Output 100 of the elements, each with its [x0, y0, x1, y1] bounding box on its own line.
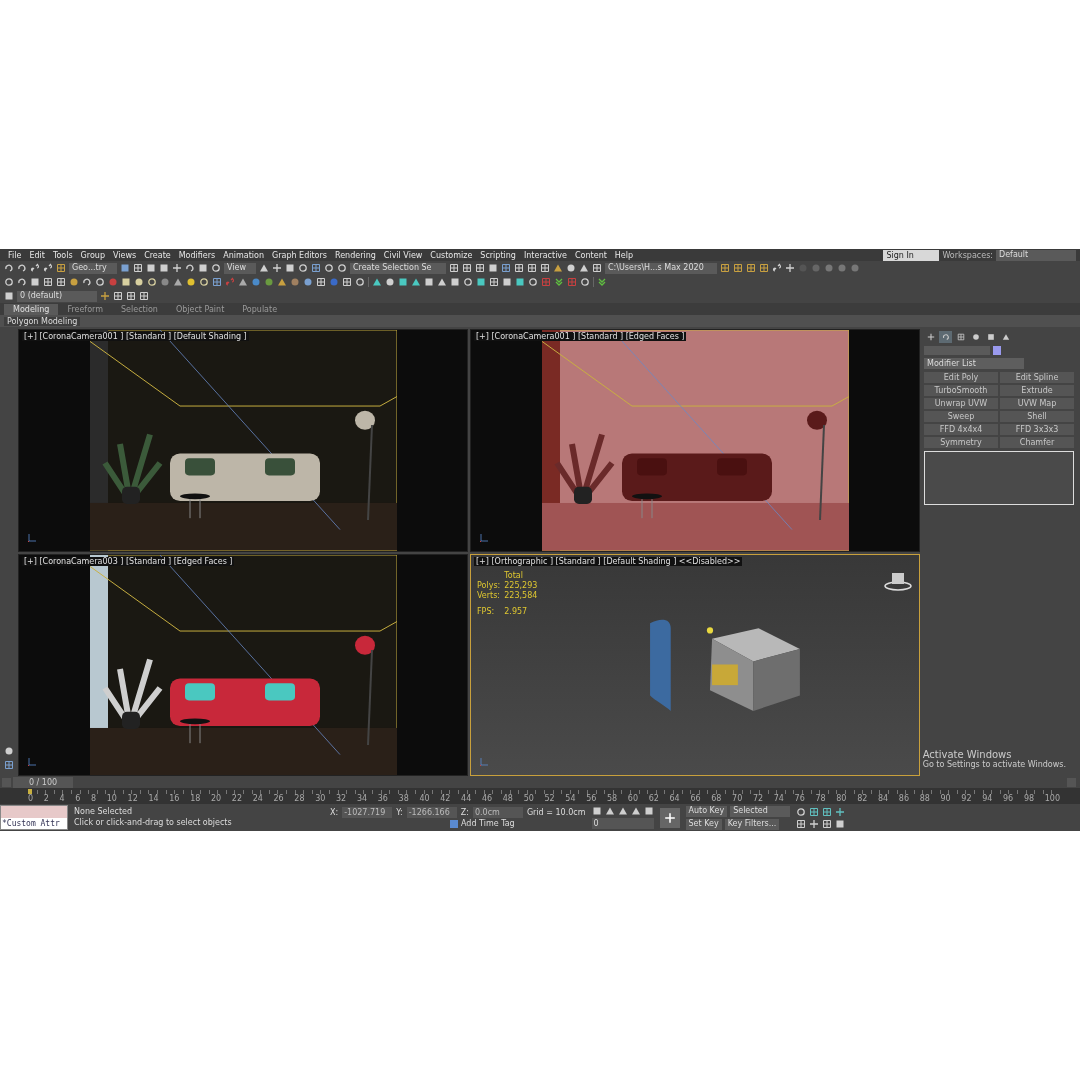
grid-icon[interactable] [809, 806, 820, 817]
square-icon[interactable] [424, 277, 434, 287]
viewport[interactable]: [+] [CoronaCamera003 ] [Standard ] [Edged Faces ] [18, 553, 468, 776]
viewcube-icon[interactable] [883, 570, 913, 591]
menu-item[interactable]: Edit [25, 250, 49, 260]
menu-item[interactable]: Tools [48, 250, 77, 260]
grid-icon[interactable] [746, 263, 756, 273]
z-field[interactable]: 0.0cm [472, 807, 523, 818]
triangle-icon[interactable] [604, 806, 615, 816]
menu-item[interactable]: Views [108, 250, 141, 260]
key-mode-dropdown[interactable]: Selected [730, 805, 791, 817]
menu-item[interactable]: Scripting [476, 250, 520, 260]
viewport-label[interactable]: [+] [Orthographic ] [Standard ] [Default Shading ] <<Disabled>> [474, 556, 743, 566]
modifier-button[interactable]: Chamfer [1000, 437, 1074, 448]
modifier-button[interactable]: Unwrap UVW [924, 398, 998, 409]
named-selection-dropdown[interactable]: Create Selection Se [350, 262, 446, 274]
circle-icon[interactable] [385, 277, 395, 287]
circle-icon[interactable] [303, 277, 313, 287]
command-panel-tab[interactable] [939, 331, 952, 343]
ring-icon[interactable] [580, 277, 590, 287]
circle-icon[interactable] [251, 277, 261, 287]
circle-icon[interactable] [264, 277, 274, 287]
grid-icon[interactable] [720, 263, 730, 273]
workspace-dropdown[interactable]: Default [996, 249, 1076, 261]
square-icon[interactable] [835, 818, 846, 829]
square-icon[interactable] [120, 263, 130, 273]
ribbon-tab[interactable]: Populate [233, 303, 287, 315]
ring-icon[interactable] [463, 277, 473, 287]
square-icon[interactable] [159, 263, 169, 273]
circle-icon[interactable] [290, 277, 300, 287]
modifier-button[interactable]: TurboSmooth [924, 385, 998, 396]
menu-item[interactable]: Interactive [519, 250, 571, 260]
double-chevron-icon[interactable] [597, 277, 607, 287]
modifier-button[interactable]: Symmetry [924, 437, 998, 448]
square-icon[interactable] [146, 263, 156, 273]
grid-icon[interactable] [822, 806, 833, 817]
frame-counter[interactable]: 0 / 100 [13, 776, 73, 788]
set-key-mode-button[interactable]: Set Key [685, 818, 722, 830]
coordinate-dropdown[interactable]: View [224, 262, 256, 274]
viewport-label[interactable]: [+] [CoronaCamera001 ] [Standard ] [Default Shading ] [22, 332, 249, 341]
maxscript-listener[interactable]: *Custom Attr [0, 805, 68, 830]
move-icon[interactable] [809, 818, 820, 829]
ribbon-tab[interactable]: Selection [112, 303, 167, 315]
modifier-button[interactable]: Shell [1000, 411, 1074, 422]
move-icon[interactable] [835, 806, 846, 817]
set-key-button[interactable] [659, 807, 680, 828]
object-color-swatch[interactable] [993, 346, 1001, 355]
viewport-label[interactable]: [+] [CoronaCamera001 ] [Standard ] [Edged Faces ] [474, 332, 687, 341]
viewport[interactable]: [+] [CoronaCamera001 ] [Standard ] [Default Shading ] [18, 329, 468, 552]
ring-icon[interactable] [528, 277, 538, 287]
ring-icon[interactable] [4, 277, 14, 287]
modifier-button[interactable]: FFD 3x3x3 [1000, 424, 1074, 435]
triangle-icon[interactable] [411, 277, 421, 287]
menu-item[interactable]: Customize [426, 250, 477, 260]
grid-icon[interactable] [759, 263, 769, 273]
menu-item[interactable]: Modifiers [174, 250, 220, 260]
square-icon[interactable] [285, 263, 295, 273]
x-field[interactable]: -1027.719 [342, 807, 393, 818]
grid-icon[interactable] [212, 277, 222, 287]
triangle-icon[interactable] [372, 277, 382, 287]
modifier-list-dropdown[interactable]: Modifier List [924, 358, 1024, 369]
y-field[interactable]: -1266.166 [406, 807, 457, 818]
modifier-stack[interactable] [924, 451, 1074, 505]
ring-icon[interactable] [147, 277, 157, 287]
current-frame-field[interactable]: 0 [591, 818, 654, 829]
menu-item[interactable]: Graph Editors [268, 250, 331, 260]
timeline-ruler[interactable]: 0 2 4 6 8 10 12 14 16 18 20 22 24 26 28 30 32 34 36 38 40 42 44 46 48 50 52 54 56 58 60 62 64 66 68 70 72 74 76 78 80 82 84 86 88 90 92 94 96 98 100 [28, 790, 1060, 803]
grid-icon[interactable] [311, 263, 321, 273]
ribbon-panel-label[interactable]: Polygon Modeling [4, 316, 81, 326]
layer-dropdown[interactable]: 0 (default) [17, 290, 97, 302]
circle-icon[interactable] [134, 277, 144, 287]
square-icon[interactable] [591, 806, 602, 816]
viewport[interactable]: [+] [Orthographic ] [Standard ] [Default Shading ] <<Disabled>> Total Polys: 225,293 Verts: 223,584 FPS: 2.957 [470, 553, 920, 776]
square-icon[interactable] [4, 291, 14, 301]
square-icon[interactable] [488, 263, 498, 273]
modifier-button[interactable]: Edit Poly [924, 372, 998, 383]
triangle-icon[interactable] [173, 277, 183, 287]
square-icon[interactable] [30, 277, 40, 287]
square-icon[interactable] [121, 277, 131, 287]
square-icon[interactable] [476, 277, 486, 287]
menu-item[interactable]: Civil View [379, 250, 427, 260]
menu-item[interactable]: Group [76, 250, 109, 260]
triangle-icon[interactable] [579, 263, 589, 273]
move-icon[interactable] [100, 291, 110, 301]
modifier-button[interactable]: UVW Map [1000, 398, 1074, 409]
square-icon[interactable] [502, 277, 512, 287]
square-icon[interactable] [450, 277, 460, 287]
move-icon[interactable] [272, 263, 282, 273]
time-slider-marker[interactable] [28, 789, 32, 794]
grid-icon[interactable] [56, 263, 66, 273]
sign-in-button[interactable]: Sign In [883, 249, 940, 261]
ribbon-tab[interactable]: Modeling [4, 303, 59, 315]
square-icon[interactable] [515, 277, 525, 287]
modifier-button[interactable]: Edit Spline [1000, 372, 1074, 383]
menu-item[interactable]: Animation [219, 250, 269, 260]
ring-icon[interactable] [298, 263, 308, 273]
menu-item[interactable]: File [4, 250, 26, 260]
square-icon[interactable] [398, 277, 408, 287]
viewport[interactable]: [+] [CoronaCamera001 ] [Standard ] [Edged Faces ] [470, 329, 920, 552]
auto-key-button[interactable]: Auto Key [685, 805, 728, 817]
